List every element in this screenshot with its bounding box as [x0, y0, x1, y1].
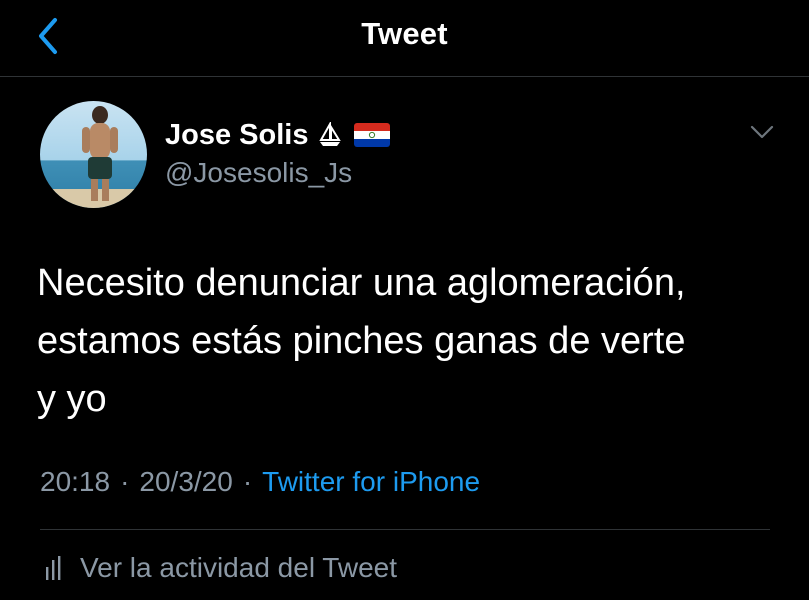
tweet-text: Necesito denunciar una aglomeración, est…	[37, 262, 686, 420]
tweet-menu-button[interactable]	[745, 120, 779, 144]
tweet-activity-button[interactable]: Ver la actividad del Tweet	[44, 552, 397, 584]
tweet-date: 20/3/20	[139, 466, 233, 497]
page-title: Tweet	[361, 16, 448, 51]
meta-separator: ·	[242, 466, 253, 497]
author-block: Jose Solis @Josesolis_Js	[165, 117, 391, 189]
sailboat-icon	[318, 122, 342, 148]
chevron-down-icon	[750, 125, 774, 139]
author-handle[interactable]: @Josesolis_Js	[165, 157, 390, 189]
bar-chart-icon	[46, 556, 61, 580]
tweet-activity-label: Ver la actividad del Tweet	[80, 552, 398, 583]
tweet-time: 20:18	[40, 466, 111, 497]
divider	[40, 529, 770, 530]
paraguay-flag-icon	[354, 123, 391, 147]
profile-photo	[40, 101, 147, 208]
tweet-source-link[interactable]: Twitter for iPhone	[262, 466, 480, 498]
tweet-meta: 20:18 · 20/3/20 · Twitter for iPhone	[40, 466, 480, 498]
meta-separator: ·	[120, 466, 130, 497]
name-row: Jose Solis	[165, 117, 391, 153]
author-name[interactable]: Jose Solis	[165, 119, 308, 152]
avatar[interactable]	[40, 101, 147, 208]
top-bar: Tweet	[0, 0, 809, 77]
